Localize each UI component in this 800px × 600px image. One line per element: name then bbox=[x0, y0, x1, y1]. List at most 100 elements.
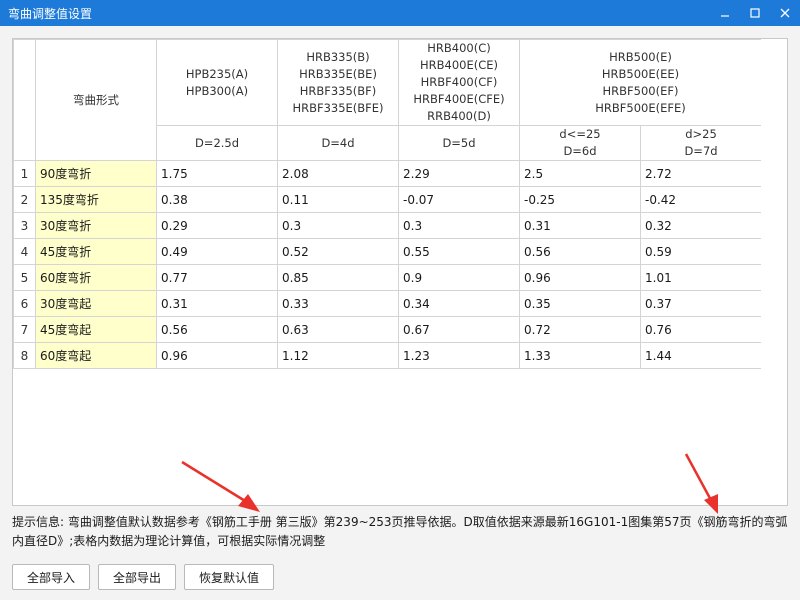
adjustment-value-cell[interactable]: 0.56 bbox=[156, 316, 278, 343]
adjustment-value-cell[interactable]: 1.23 bbox=[398, 342, 520, 369]
grade-label: HRB500E(EE) bbox=[601, 66, 680, 81]
close-icon bbox=[780, 8, 790, 18]
diameter-rule-line: d>25 bbox=[685, 127, 717, 141]
adjustment-value-cell[interactable]: 0.96 bbox=[519, 264, 641, 291]
adjustment-value-cell[interactable]: 0.35 bbox=[519, 290, 641, 317]
diameter-rule-header: d<=25 D=6d bbox=[519, 125, 641, 161]
scroll-area[interactable] bbox=[761, 39, 787, 505]
window-title: 弯曲调整值设置 bbox=[8, 6, 93, 21]
adjustment-value-cell[interactable]: 1.01 bbox=[639, 264, 763, 291]
adjustment-value-cell[interactable]: 0.56 bbox=[519, 238, 641, 265]
diameter-rule-line: D=4d bbox=[321, 135, 355, 150]
grade-label: HPB235(A) bbox=[185, 66, 249, 81]
row-index: 5 bbox=[13, 264, 36, 291]
row-index: 7 bbox=[13, 316, 36, 343]
adjustment-value-cell[interactable]: 0.11 bbox=[277, 186, 399, 213]
grade-label: HRBF335E(BFE) bbox=[292, 100, 384, 115]
adjustment-value-cell[interactable]: 0.52 bbox=[277, 238, 399, 265]
bend-form-header: 弯曲形式 bbox=[35, 39, 157, 161]
table-row[interactable]: 5 60度弯折 0.77 0.85 0.9 0.96 1.01 bbox=[13, 264, 763, 291]
adjustment-grid[interactable]: 弯曲形式 HPB235(A) HPB300(A) HRB335(B) HRB335E… bbox=[12, 38, 788, 506]
grade-label: HRBF500(EF) bbox=[602, 83, 679, 98]
table-row[interactable]: 8 60度弯起 0.96 1.12 1.23 1.33 1.44 bbox=[13, 342, 763, 369]
adjustment-value-cell[interactable]: 0.96 bbox=[156, 342, 278, 369]
diameter-rule-header: d>25 D=7d bbox=[639, 125, 763, 161]
row-index: 1 bbox=[13, 160, 36, 187]
adjustment-value-cell[interactable]: 2.29 bbox=[398, 160, 520, 187]
grade-label: HRBF400E(CFE) bbox=[413, 92, 505, 106]
adjustment-value-cell[interactable]: 0.29 bbox=[156, 212, 278, 239]
adjustment-value-cell[interactable]: 0.72 bbox=[519, 316, 641, 343]
button-bar: 全部导入 全部导出 恢复默认值 bbox=[12, 564, 275, 590]
restore-default-button[interactable]: 恢复默认值 bbox=[184, 564, 275, 590]
grade-label: HRBF500E(EFE) bbox=[595, 100, 686, 115]
adjustment-value-cell[interactable]: 0.37 bbox=[639, 290, 763, 317]
adjustment-value-cell[interactable]: 0.76 bbox=[639, 316, 763, 343]
grade-label: HRB400E(CE) bbox=[419, 58, 498, 72]
maximize-icon bbox=[750, 8, 760, 18]
table-row[interactable]: 6 30度弯起 0.31 0.33 0.34 0.35 0.37 bbox=[13, 290, 763, 317]
diameter-rule-line: D=2.5d bbox=[194, 135, 240, 150]
adjustment-value-cell[interactable]: 0.77 bbox=[156, 264, 278, 291]
row-index: 4 bbox=[13, 238, 36, 265]
adjustment-value-cell[interactable]: 1.12 bbox=[277, 342, 399, 369]
adjustment-value-cell[interactable]: 0.55 bbox=[398, 238, 520, 265]
import-all-button[interactable]: 全部导入 bbox=[12, 564, 91, 590]
grade-group-header: HPB235(A) HPB300(A) bbox=[156, 39, 278, 126]
bend-form-cell: 60度弯起 bbox=[35, 342, 157, 369]
diameter-rule-line: d<=25 bbox=[559, 127, 601, 141]
minimize-icon bbox=[721, 15, 729, 17]
maximize-button[interactable] bbox=[740, 0, 770, 26]
row-index: 6 bbox=[13, 290, 36, 317]
table-row[interactable]: 1 90度弯折 1.75 2.08 2.29 2.5 2.72 bbox=[13, 160, 763, 187]
adjustment-value-cell[interactable]: 0.63 bbox=[277, 316, 399, 343]
grade-group-header: HRB335(B) HRB335E(BE) HRBF335(BF) HRBF335E(… bbox=[277, 39, 399, 126]
hint-text: 提示信息: 弯曲调整值默认数据参考《钢筋工手册 第三版》第239~253页推导依… bbox=[12, 515, 788, 548]
adjustment-value-cell[interactable]: 0.59 bbox=[639, 238, 763, 265]
adjustment-value-cell[interactable]: 0.67 bbox=[398, 316, 520, 343]
grade-label: HRB335(B) bbox=[306, 49, 370, 64]
adjustment-value-cell[interactable]: -0.25 bbox=[519, 186, 641, 213]
table-row[interactable]: 7 45度弯起 0.56 0.63 0.67 0.72 0.76 bbox=[13, 316, 763, 343]
adjustment-value-cell[interactable]: 0.3 bbox=[277, 212, 399, 239]
grade-label: RRB400(D) bbox=[427, 109, 491, 123]
bend-form-cell: 45度弯折 bbox=[35, 238, 157, 265]
adjustment-value-cell[interactable]: 1.33 bbox=[519, 342, 641, 369]
grade-label: HRB500(E) bbox=[609, 49, 672, 64]
diameter-rule-header: D=4d bbox=[277, 125, 399, 161]
adjustment-value-cell[interactable]: 0.38 bbox=[156, 186, 278, 213]
adjustment-value-cell[interactable]: 0.9 bbox=[398, 264, 520, 291]
adjustment-value-cell[interactable]: 0.31 bbox=[519, 212, 641, 239]
bend-form-cell: 60度弯折 bbox=[35, 264, 157, 291]
close-button[interactable] bbox=[770, 0, 800, 26]
grade-label: HPB300(A) bbox=[185, 83, 249, 98]
export-all-button[interactable]: 全部导出 bbox=[98, 564, 177, 590]
adjustment-value-cell[interactable]: 2.08 bbox=[277, 160, 399, 187]
title-bar[interactable]: 弯曲调整值设置 bbox=[0, 0, 800, 26]
diameter-rule-header: D=2.5d bbox=[156, 125, 278, 161]
adjustment-value-cell[interactable]: 0.31 bbox=[156, 290, 278, 317]
grade-group-header: HRB400(C) HRB400E(CE) HRBF400(CF) HRBF400E(… bbox=[398, 39, 520, 126]
adjustment-value-cell[interactable]: 2.72 bbox=[639, 160, 763, 187]
adjustment-value-cell[interactable]: 1.75 bbox=[156, 160, 278, 187]
adjustment-value-cell[interactable]: 0.3 bbox=[398, 212, 520, 239]
row-index: 8 bbox=[13, 342, 36, 369]
adjustment-value-cell[interactable]: 0.34 bbox=[398, 290, 520, 317]
minimize-button[interactable] bbox=[710, 0, 740, 26]
adjustment-value-cell[interactable]: -0.07 bbox=[398, 186, 520, 213]
adjustment-value-cell[interactable]: 0.33 bbox=[277, 290, 399, 317]
table-row[interactable]: 2 135度弯折 0.38 0.11 -0.07 -0.25 -0.42 bbox=[13, 186, 763, 213]
table-row[interactable]: 3 30度弯折 0.29 0.3 0.3 0.31 0.32 bbox=[13, 212, 763, 239]
adjustment-value-cell[interactable]: 2.5 bbox=[519, 160, 641, 187]
row-index: 3 bbox=[13, 212, 36, 239]
diameter-rule-line: D=5d bbox=[442, 135, 476, 150]
table-row[interactable]: 4 45度弯折 0.49 0.52 0.55 0.56 0.59 bbox=[13, 238, 763, 265]
grade-label: HRB335E(BE) bbox=[299, 66, 377, 81]
adjustment-value-cell[interactable]: 0.32 bbox=[639, 212, 763, 239]
adjustment-value-cell[interactable]: -0.42 bbox=[639, 186, 763, 213]
grade-group-header: HRB500(E) HRB500E(EE) HRBF500(EF) HRBF500E(… bbox=[518, 39, 763, 126]
adjustment-value-cell[interactable]: 1.44 bbox=[639, 342, 763, 369]
adjustment-value-cell[interactable]: 0.85 bbox=[277, 264, 399, 291]
adjustment-table: 弯曲形式 HPB235(A) HPB300(A) HRB335(B) HRB335E… bbox=[13, 39, 763, 369]
adjustment-value-cell[interactable]: 0.49 bbox=[156, 238, 278, 265]
